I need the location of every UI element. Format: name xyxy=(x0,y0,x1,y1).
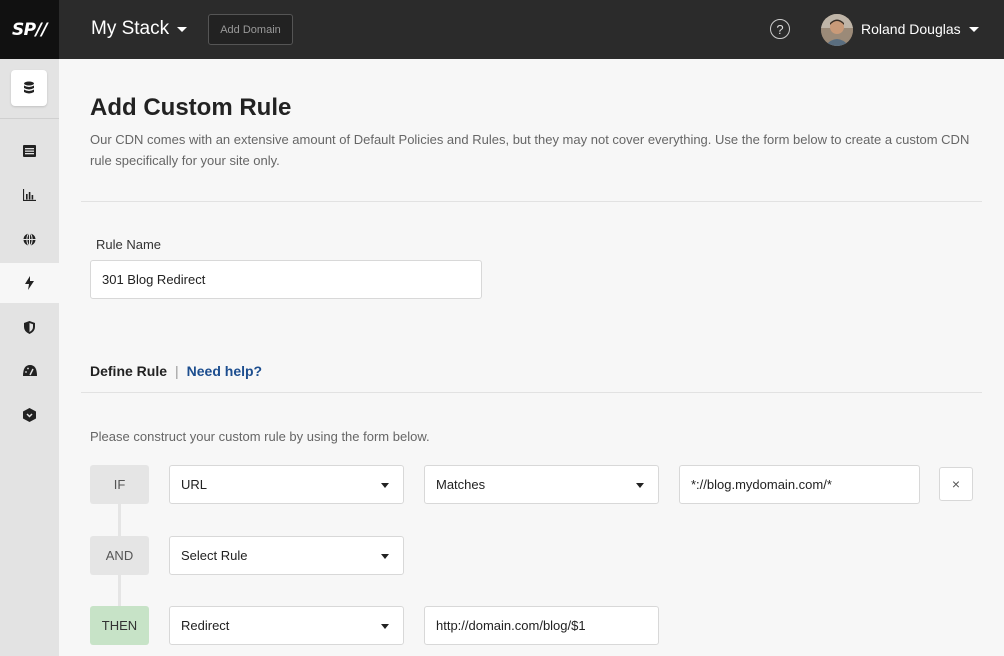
and-rule-value: Select Rule xyxy=(181,548,248,563)
then-action-value: Redirect xyxy=(181,618,230,633)
if-operator-select[interactable]: Matches xyxy=(424,465,659,504)
avatar[interactable] xyxy=(821,14,853,46)
stack-label: My Stack xyxy=(91,18,170,39)
sidebar-item-globe[interactable] xyxy=(0,219,59,259)
if-field-value: URL xyxy=(181,477,208,492)
chevron-down-icon xyxy=(177,26,188,32)
globe-icon xyxy=(23,232,36,246)
then-action-select[interactable]: Redirect xyxy=(169,606,404,645)
close-icon: × xyxy=(951,476,961,492)
rule-instructions: Please construct your custom rule by usi… xyxy=(90,429,430,444)
user-name: Roland Douglas xyxy=(861,21,961,37)
if-value-input[interactable]: *://blog.mydomain.com/* xyxy=(679,465,920,504)
bar-chart-icon xyxy=(23,189,36,201)
help-icon[interactable]: ? xyxy=(770,19,790,39)
page-title: Add Custom Rule xyxy=(90,94,292,121)
and-rule-select[interactable]: Select Rule xyxy=(169,536,404,575)
chevron-down-icon xyxy=(636,483,644,488)
shield-icon xyxy=(24,320,35,334)
if-badge: IF xyxy=(90,465,149,504)
remove-condition-button[interactable]: × xyxy=(939,467,973,501)
sidebar-item-packages[interactable] xyxy=(0,395,59,435)
define-rule-separator: | xyxy=(175,363,179,379)
define-rule-title: Define Rule xyxy=(90,363,168,379)
then-badge: THEN xyxy=(90,606,149,645)
section-divider xyxy=(81,201,982,202)
if-operator-value: Matches xyxy=(436,477,486,492)
sidebar-item-list[interactable] xyxy=(0,131,59,171)
sidebar-item-database[interactable] xyxy=(11,70,47,106)
database-icon xyxy=(24,81,34,94)
list-icon xyxy=(23,145,36,157)
section-divider xyxy=(81,392,982,393)
user-menu[interactable]: Roland Douglas xyxy=(861,21,979,37)
chevron-down-icon xyxy=(381,483,389,488)
rule-connector xyxy=(118,575,121,608)
chevron-down-icon xyxy=(968,26,979,32)
page-description: Our CDN comes with an extensive amount o… xyxy=(90,132,970,168)
rule-name-label: Rule Name xyxy=(96,237,162,252)
sidebar-divider xyxy=(0,118,59,119)
sidebar-item-performance[interactable] xyxy=(0,351,59,391)
box-icon xyxy=(23,408,36,422)
if-field-select[interactable]: URL xyxy=(169,465,404,504)
rule-name-input[interactable]: 301 Blog Redirect xyxy=(90,260,482,299)
logo[interactable]: SP// xyxy=(0,0,59,59)
define-rule-header: Define Rule | Need help? xyxy=(90,363,262,379)
sidebar xyxy=(0,59,59,656)
chevron-down-icon xyxy=(381,554,389,559)
gauge-icon xyxy=(22,365,37,376)
top-bar: SP// My Stack Add Domain ? Roland Dougla… xyxy=(0,0,1004,59)
chevron-down-icon xyxy=(381,624,389,629)
sidebar-item-security[interactable] xyxy=(0,307,59,347)
then-value-input[interactable]: http://domain.com/blog/$1 xyxy=(424,606,659,645)
need-help-link[interactable]: Need help? xyxy=(187,363,262,379)
and-badge: AND xyxy=(90,536,149,575)
stack-selector[interactable]: My Stack xyxy=(91,18,188,40)
add-domain-button[interactable]: Add Domain xyxy=(208,14,293,45)
main-content: Add Custom Rule Our CDN comes with an ex… xyxy=(59,59,1004,656)
sidebar-item-analytics[interactable] xyxy=(0,175,59,215)
sidebar-item-rules[interactable] xyxy=(0,263,59,303)
rule-connector xyxy=(118,504,121,537)
bolt-icon xyxy=(25,276,34,290)
